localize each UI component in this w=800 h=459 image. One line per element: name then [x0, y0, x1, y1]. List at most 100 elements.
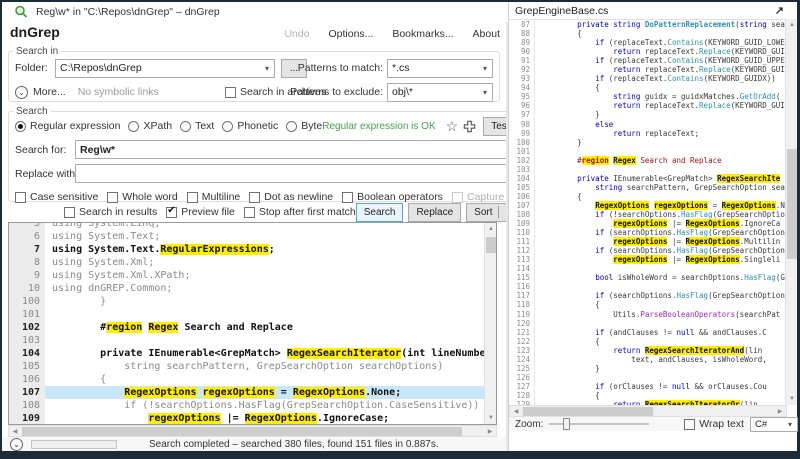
code-line-5[interactable]: 5using System.Linq; [9, 222, 496, 230]
preview-vertical-scrollbar[interactable]: ▲ ▼ [785, 19, 797, 405]
patterns-match-combobox[interactable]: *.cs ▾ [387, 59, 493, 78]
code-line-94: 94 { [509, 83, 787, 92]
more-expander-icon[interactable]: ⌄ [15, 86, 28, 99]
code-line-123: 123 return RegexSearchIteratorAnd(lin [509, 346, 787, 355]
menu-about[interactable]: About [473, 28, 500, 40]
search-in-legend: Search in [13, 46, 61, 57]
status-bar: ⌄ Search completed – searched 380 files,… [2, 437, 506, 451]
line-text: string guidx = guidxMatches.GetOrAdd( [535, 92, 787, 101]
checkbox-stop-after-first-match[interactable]: ✔ Stop after first match [244, 206, 356, 218]
code-line-106[interactable]: 106 { [9, 373, 496, 386]
scrollbar-thumb[interactable] [22, 427, 462, 436]
line-text: if (searchOptions.HasFlag(GrepSearchOpti… [535, 291, 787, 300]
code-line-118: 118 { [509, 300, 787, 309]
chevron-down-icon[interactable]: ▾ [478, 88, 492, 97]
status-expander-icon[interactable]: ⌄ [10, 438, 23, 451]
line-text: { [535, 29, 787, 38]
code-line-104[interactable]: 104 private IEnumerable<GrepMatch> Regex… [9, 347, 496, 360]
folder-combobox[interactable]: C:\Repos\dnGrep ▾ [55, 59, 275, 78]
line-text: bool isWholeWord = searchOptions.HasFlag… [535, 273, 787, 282]
menu-undo[interactable]: Undo [284, 28, 309, 40]
chevron-down-icon[interactable]: ▾ [260, 64, 274, 73]
scroll-down-icon[interactable]: ▼ [485, 412, 497, 424]
line-text: private IEnumerable<GrepMatch> RegexSear… [45, 347, 496, 360]
open-external-icon[interactable]: ↗ [775, 4, 784, 17]
scroll-up-icon[interactable]: ▲ [485, 223, 497, 235]
code-line-105: 105 string searchPattern, GrepSearchOpti… [509, 183, 787, 192]
line-number: 100 [509, 138, 535, 147]
line-number: 107 [9, 386, 45, 399]
results-vertical-scrollbar[interactable]: ▲ ▼ [484, 223, 496, 424]
line-text: using System.Xml; [45, 256, 496, 269]
results-horizontal-scrollbar[interactable]: ◀ ▶ [8, 425, 497, 437]
line-text: string searchPattern, GrepSearchOption s… [45, 360, 496, 373]
line-text [535, 147, 787, 156]
menubar: Undo Options... Bookmarks... About [268, 28, 500, 40]
code-line-6[interactable]: 6using System.Text; [9, 230, 496, 243]
star-icon[interactable]: ☆ [446, 118, 459, 135]
menu-options[interactable]: Options... [328, 28, 373, 40]
checkbox-preview-file[interactable]: ✔ Preview file [166, 206, 235, 218]
replace-button[interactable]: Replace [408, 203, 461, 222]
code-line-105[interactable]: 105 string searchPattern, GrepSearchOpti… [9, 360, 496, 373]
radio-xpath[interactable]: XPath [128, 120, 172, 132]
scrollbar-thumb[interactable] [486, 237, 496, 253]
radio-phonetic[interactable]: Phonetic [222, 120, 278, 132]
line-number: 93 [509, 74, 535, 83]
line-number: 105 [9, 360, 45, 373]
code-line-10[interactable]: 10using dnGREP.Common; [9, 282, 496, 295]
search-button[interactable]: Search [356, 203, 404, 222]
code-line-108: 108 if (!searchOptions.HasFlag(GrepSearc… [509, 210, 787, 219]
line-number: 108 [9, 399, 45, 412]
line-text: if (orClauses != null && orClauses.Cou [535, 382, 787, 391]
plus-icon[interactable] [463, 120, 476, 133]
radio-byte[interactable]: Byte [286, 120, 322, 132]
code-line-109[interactable]: 109 regexOptions |= RegexOptions.IgnoreC… [9, 412, 496, 425]
syntax-combobox[interactable]: C# ▾ [750, 417, 798, 432]
checkbox-wrap-text[interactable]: ✔ Wrap text [684, 418, 744, 430]
line-text: using dnGREP.Common; [45, 282, 496, 295]
code-line-100[interactable]: 100 } [9, 295, 496, 308]
code-line-96: 96 return replaceText.Replace(KEYWORD_GU… [509, 101, 787, 110]
line-text: if (replaceText.Contains(KEYWORD_GUID_UP… [535, 56, 787, 65]
code-line-8[interactable]: 8using System.Xml; [9, 256, 496, 269]
scroll-down-icon[interactable]: ▼ [786, 393, 798, 405]
replace-with-combobox[interactable]: ▾ [75, 164, 569, 183]
more-label[interactable]: More... [33, 86, 66, 98]
scroll-up-icon[interactable]: ▲ [786, 19, 798, 31]
search-legend: Search [13, 106, 51, 117]
code-line-7[interactable]: 7using System.Text.RegularExpressions; [9, 243, 496, 256]
checkbox-search-in-results[interactable]: ✔ Search in results [64, 206, 157, 218]
status-text: Search completed – searched 380 files, f… [149, 439, 439, 450]
code-line-101[interactable]: 101 [9, 308, 496, 321]
scrollbar-thumb[interactable] [523, 407, 653, 416]
line-text: } [535, 364, 787, 373]
radio-regular-expression[interactable]: Regular expression [15, 120, 120, 132]
scrollbar-thumb[interactable] [787, 149, 797, 259]
line-number: 8 [9, 256, 45, 269]
code-line-102[interactable]: 102 #region Regex Search and Replace [9, 321, 496, 334]
line-number: 107 [509, 201, 535, 210]
line-text: using System.Text.RegularExpressions; [45, 243, 496, 256]
radio-text[interactable]: Text [180, 120, 214, 132]
line-number: 105 [509, 183, 535, 192]
zoom-slider[interactable] [549, 418, 649, 430]
menu-bookmarks[interactable]: Bookmarks... [392, 28, 453, 40]
chevron-down-icon[interactable]: ▾ [783, 420, 797, 429]
line-number: 119 [509, 310, 535, 319]
code-line-108[interactable]: 108 if (!searchOptions.HasFlag(GrepSearc… [9, 399, 496, 412]
code-line-9[interactable]: 9using System.Xml.XPath; [9, 269, 496, 282]
chevron-down-icon[interactable]: ▾ [478, 64, 492, 73]
code-line-107[interactable]: 107 RegexOptions regexOptions = RegexOpt… [9, 386, 496, 399]
code-line-103[interactable]: 103 [9, 334, 496, 347]
preview-editor[interactable]: 87 private string DoPatternReplacement(s… [509, 19, 787, 405]
search-for-combobox[interactable]: Reg\w* ▾ [75, 140, 569, 159]
patterns-exclude-combobox[interactable]: obj\* ▾ [387, 83, 493, 102]
slider-thumb[interactable] [563, 418, 570, 430]
preview-horizontal-scrollbar[interactable]: ◀ ▶ [509, 405, 787, 417]
line-number: 125 [509, 364, 535, 373]
code-line-92: 92 return replaceText.Replace(KEYWORD_GU… [509, 65, 787, 74]
folder-value: C:\Repos\dnGrep [56, 62, 260, 74]
line-number: 123 [509, 346, 535, 355]
line-number: 94 [509, 83, 535, 92]
